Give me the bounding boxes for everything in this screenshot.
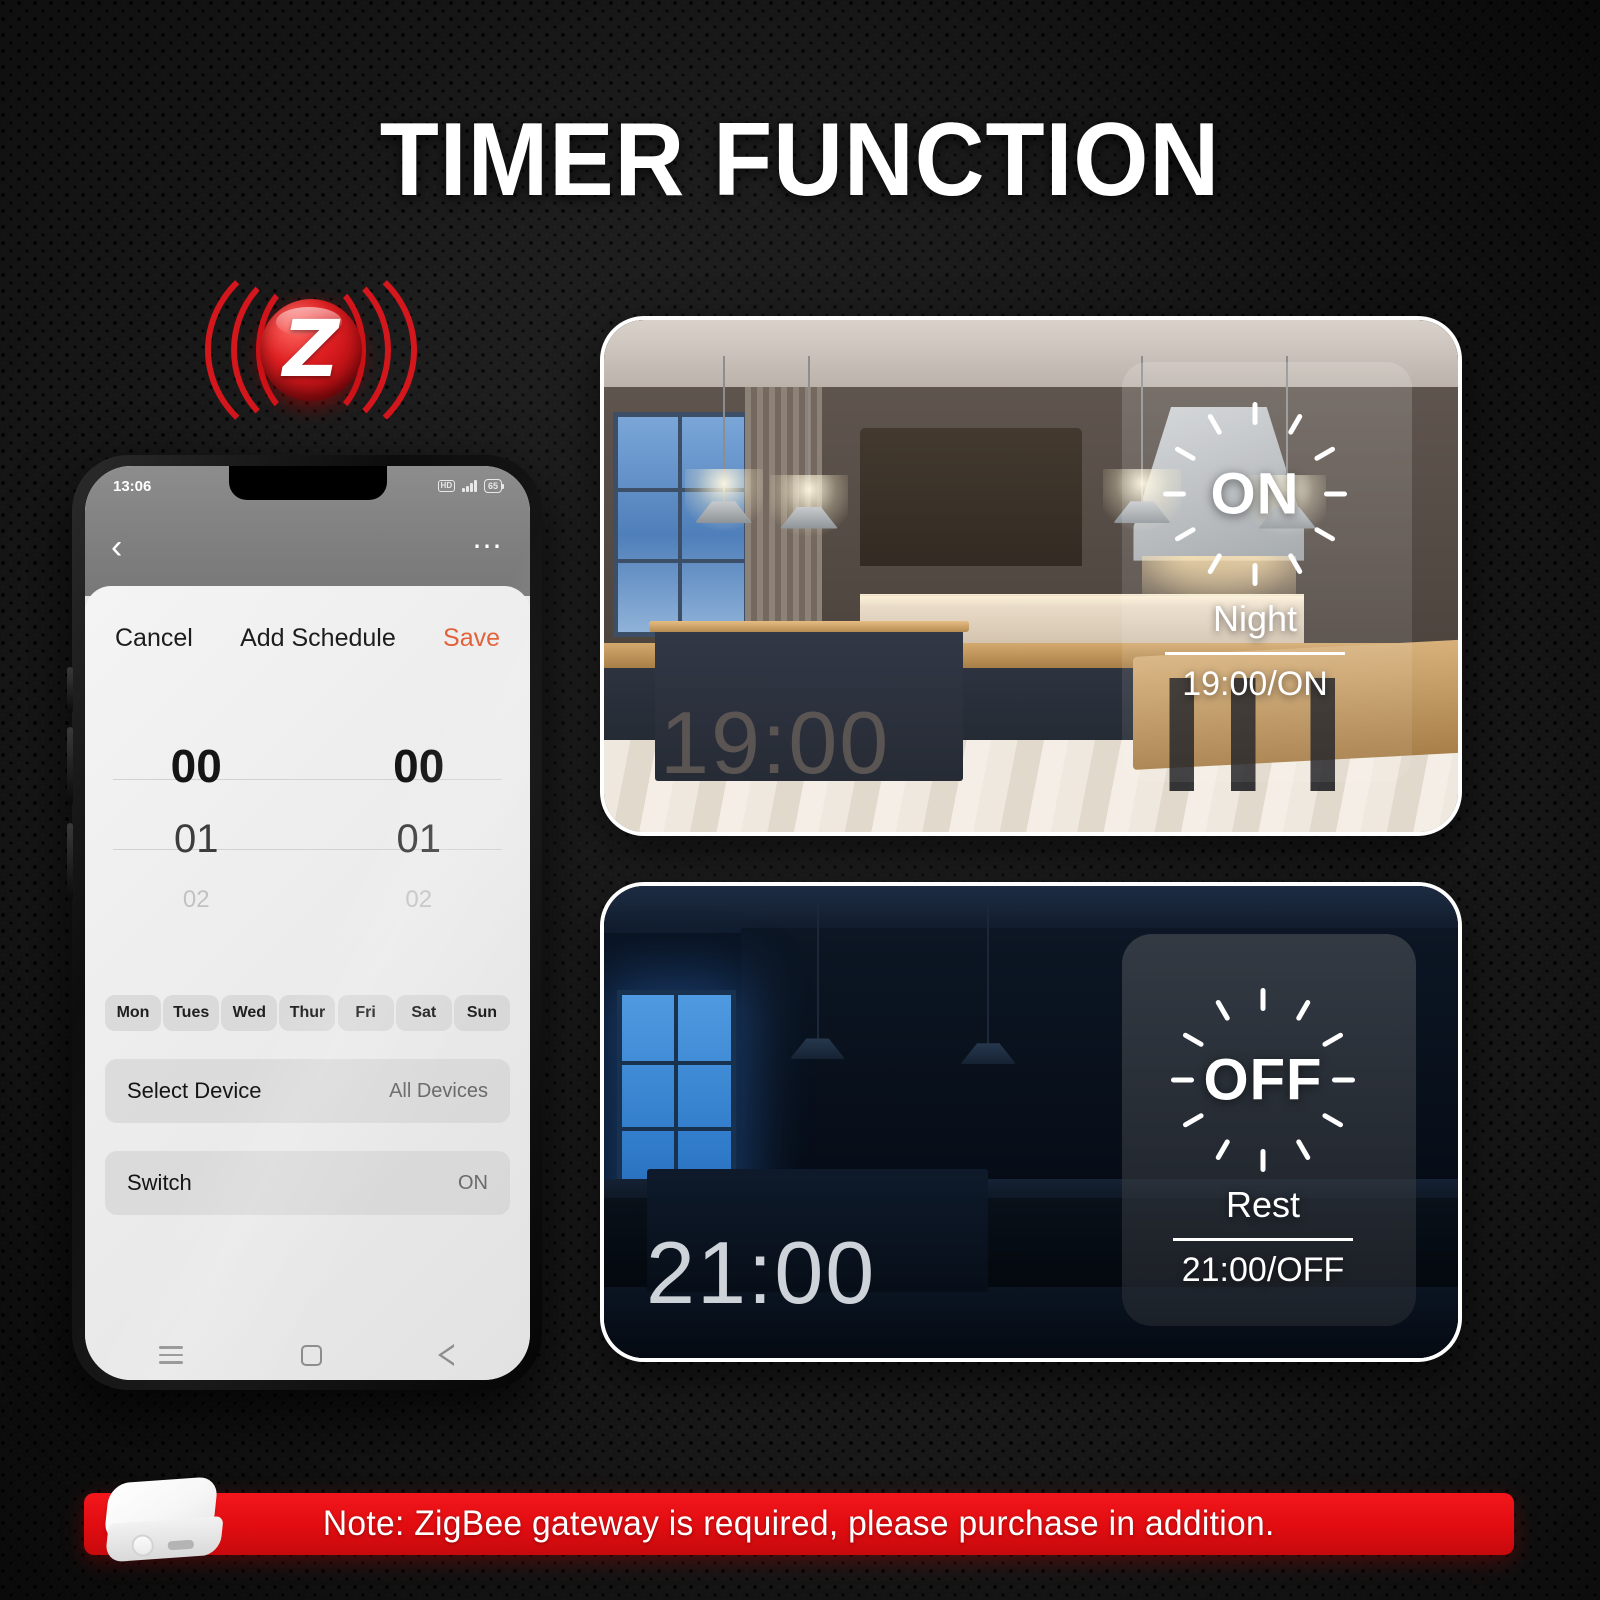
status-icons: HD 65 — [437, 479, 505, 493]
cancel-button[interactable]: Cancel — [115, 624, 193, 653]
note-banner: Note: ZigBee gateway is required, please… — [84, 1493, 1514, 1555]
kitchen-photo-dark: 21:00 OFF Rest 21:00/OFF — [600, 882, 1462, 1362]
minute-far[interactable]: 02 — [308, 877, 531, 923]
time-picker[interactable]: 00 01 02 00 01 02 — [85, 731, 530, 1001]
more-options-icon[interactable]: ⋯ — [472, 532, 504, 562]
select-device-label: Select Device — [127, 1078, 262, 1103]
select-device-value: All Devices — [389, 1079, 488, 1102]
minute-column[interactable]: 00 01 02 — [308, 731, 531, 923]
hour-next[interactable]: 01 — [85, 801, 308, 877]
switch-value: ON — [458, 1171, 488, 1194]
phone-screen: 13:06 HD 65 ‹ ⋯ Cancel Add Schedule Save — [85, 466, 530, 1380]
burst-rays-icon: ON — [1140, 396, 1370, 592]
smartphone-mockup: 13:06 HD 65 ‹ ⋯ Cancel Add Schedule Save — [67, 455, 542, 1390]
page-title: TIMER FUNCTION — [379, 102, 1221, 218]
save-button[interactable]: Save — [443, 624, 500, 653]
app-bar-row: ‹ ⋯ — [85, 518, 530, 576]
status-overlay-on: ON Night 19:00/ON — [1130, 396, 1380, 704]
hd-icon: HD — [437, 480, 456, 492]
note-text: Note: ZigBee gateway is required, please… — [323, 1504, 1275, 1543]
schedule-time-on: 19:00/ON — [1182, 665, 1328, 703]
minute-next[interactable]: 01 — [308, 801, 531, 877]
switch-row[interactable]: Switch ON — [105, 1151, 510, 1215]
schedule-name-night: Night — [1212, 598, 1298, 639]
state-label-on: ON — [1210, 461, 1300, 527]
overlay-divider — [1165, 652, 1345, 655]
zigbee-letter: Z — [282, 304, 340, 395]
signal-bars-icon — [462, 480, 477, 492]
gateway-front-face — [104, 1515, 224, 1563]
switch-label: Switch — [127, 1170, 192, 1195]
add-schedule-sheet: Cancel Add Schedule Save 00 01 02 00 01 … — [85, 586, 530, 1380]
select-device-row[interactable]: Select Device All Devices — [105, 1059, 510, 1123]
state-label-off: OFF — [1203, 1047, 1323, 1113]
burst-rays-icon: OFF — [1148, 982, 1378, 1178]
status-overlay-off: OFF Rest 21:00/OFF — [1138, 982, 1388, 1290]
back-triangle-icon[interactable] — [438, 1344, 456, 1366]
ceiling-night — [604, 886, 1458, 934]
schedule-time-off: 21:00/OFF — [1181, 1251, 1345, 1289]
phone-side-button-volume-down[interactable] — [67, 823, 73, 901]
phone-side-button-volume-up[interactable] — [67, 727, 73, 805]
island-countertop — [649, 621, 969, 632]
status-time: 13:06 — [113, 477, 152, 495]
hour-column[interactable]: 00 01 02 — [85, 731, 308, 923]
hour-selected[interactable]: 00 — [85, 731, 308, 801]
menu-icon[interactable] — [159, 1346, 183, 1364]
upper-cabinet — [860, 427, 1083, 566]
gateway-usb-port — [167, 1539, 195, 1551]
schedule-name-rest: Rest — [1225, 1184, 1301, 1225]
scene-time-label-night: 21:00 — [646, 1223, 877, 1322]
overlay-divider — [1173, 1238, 1353, 1241]
zigbee-signal-icon: Z — [196, 249, 426, 450]
hour-far[interactable]: 02 — [85, 877, 308, 923]
zigbee-gateway-hub-icon — [95, 1469, 237, 1586]
phone-side-button-mute[interactable] — [67, 667, 73, 713]
battery-icon: 65 — [483, 479, 505, 493]
scene-time-label-day: 19:00 — [660, 693, 891, 792]
app-bar: 13:06 HD 65 ‹ ⋯ — [85, 466, 530, 596]
sheet-header: Cancel Add Schedule Save — [85, 586, 530, 653]
chevron-left-icon[interactable]: ‹ — [111, 530, 122, 564]
home-square-icon[interactable] — [301, 1344, 322, 1366]
kitchen-photo-lit: 19:00 ON Night 19:00/ON — [600, 316, 1462, 836]
sheet-title: Add Schedule — [240, 624, 396, 652]
minute-selected[interactable]: 00 — [308, 731, 531, 801]
android-nav-bar — [85, 1344, 530, 1366]
status-bar: 13:06 HD 65 — [85, 471, 530, 501]
zigbee-logo-ball: Z — [260, 298, 362, 401]
